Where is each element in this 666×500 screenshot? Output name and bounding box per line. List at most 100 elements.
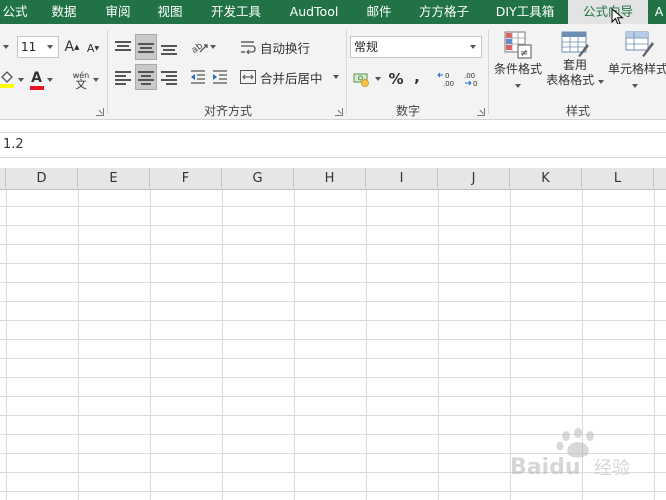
column-header-e[interactable]: E bbox=[78, 168, 150, 190]
align-top-icon bbox=[115, 40, 131, 54]
column-headers: D E F G H I J K L bbox=[0, 168, 666, 190]
grid-row-line bbox=[0, 491, 666, 492]
grid-row-line bbox=[0, 244, 666, 245]
number-group-label: 数字 bbox=[395, 104, 420, 118]
group-separator bbox=[488, 30, 489, 114]
format-as-table-button[interactable]: 套用 表格格式 bbox=[544, 30, 606, 102]
align-middle-button[interactable] bbox=[135, 34, 157, 60]
tab-audtool[interactable]: AudTool bbox=[280, 0, 348, 24]
tab-view[interactable]: 视图 bbox=[148, 0, 192, 24]
align-center-button[interactable] bbox=[135, 64, 157, 90]
svg-text:.00: .00 bbox=[464, 72, 475, 80]
number-format-combo[interactable]: 常规 bbox=[350, 36, 482, 58]
formula-bar-content[interactable]: 1.2 bbox=[3, 137, 24, 152]
wrap-text-label: 自动换行 bbox=[260, 40, 311, 56]
column-header-k[interactable]: K bbox=[510, 168, 582, 190]
grow-font-button[interactable]: A ▲ bbox=[62, 36, 82, 58]
currency-icon bbox=[353, 73, 369, 87]
decrease-indent-icon bbox=[191, 70, 205, 84]
baidu-jingyan-watermark: Baidu 经验 bbox=[510, 428, 630, 480]
tab-data[interactable]: 数据 bbox=[42, 0, 86, 24]
svg-text:0: 0 bbox=[473, 80, 477, 87]
paint-bucket-icon bbox=[0, 71, 14, 88]
column-header-l[interactable]: L bbox=[582, 168, 654, 190]
merge-center-button[interactable]: 合并后居中 bbox=[240, 66, 340, 88]
column-header-i[interactable]: I bbox=[366, 168, 438, 190]
column-header-h[interactable]: H bbox=[294, 168, 366, 190]
font-color-swatch bbox=[29, 85, 44, 90]
cell-styles-button[interactable]: 单元格样式 bbox=[606, 30, 666, 100]
ribbon-tab-bar: 公式 数据 审阅 视图 开发工具 AudTool 邮件 方方格子 DIY工具箱 … bbox=[0, 0, 666, 26]
orientation-button[interactable]: ab bbox=[188, 36, 218, 58]
cell-styles-label: 单元格样式 bbox=[608, 62, 666, 76]
merge-cells-icon bbox=[240, 70, 256, 84]
tab-fangfang-gezi[interactable]: 方方格子 bbox=[410, 0, 478, 24]
grid-row-line bbox=[0, 339, 666, 340]
decrease-decimal-button[interactable]: .00 0 bbox=[462, 68, 486, 90]
grid-row-line bbox=[0, 377, 666, 378]
align-bottom-icon bbox=[161, 40, 177, 55]
tab-review[interactable]: 审阅 bbox=[96, 0, 140, 24]
number-dialog-launcher[interactable] bbox=[477, 108, 485, 116]
fill-color-button[interactable] bbox=[0, 68, 24, 92]
font-name-dropdown-arrow[interactable] bbox=[0, 36, 12, 58]
decrease-decimal-icon: .00 0 bbox=[464, 72, 477, 87]
column-header-g[interactable]: G bbox=[222, 168, 294, 190]
conditional-formatting-button[interactable]: ≠ 条件格式 bbox=[490, 30, 546, 100]
align-bottom-button[interactable] bbox=[159, 36, 179, 58]
tab-formulas[interactable]: 公式 bbox=[0, 0, 30, 24]
svg-text:0: 0 bbox=[445, 72, 449, 80]
group-separator bbox=[346, 30, 347, 114]
watermark-text: 经验 bbox=[594, 458, 630, 479]
grid-row-line bbox=[0, 396, 666, 397]
conditional-formatting-label: 条件格式 bbox=[493, 62, 542, 76]
format-as-table-label-line1: 套用 bbox=[562, 58, 587, 72]
grid-row-line bbox=[0, 225, 666, 226]
align-right-button[interactable] bbox=[159, 66, 179, 88]
styles-group-label: 样式 bbox=[565, 104, 590, 118]
align-top-button[interactable] bbox=[113, 36, 133, 58]
group-separator bbox=[107, 30, 108, 114]
increase-indent-button[interactable] bbox=[210, 66, 230, 88]
align-left-button[interactable] bbox=[113, 66, 133, 88]
text-orientation-icon: ab bbox=[190, 41, 208, 55]
tab-mailings[interactable]: 邮件 bbox=[358, 0, 400, 24]
percent-style-button[interactable]: % bbox=[386, 68, 406, 90]
accounting-format-button[interactable] bbox=[351, 68, 383, 90]
shrink-font-button[interactable]: A ▼ bbox=[84, 38, 102, 58]
column-header-d[interactable]: D bbox=[6, 168, 78, 190]
wrap-text-button[interactable]: 自动换行 bbox=[240, 36, 314, 58]
merge-center-label: 合并后居中 bbox=[260, 70, 323, 86]
alignment-dialog-launcher[interactable] bbox=[335, 108, 343, 116]
font-color-button[interactable]: A bbox=[28, 68, 54, 92]
number-format-value: 常规 bbox=[354, 40, 379, 54]
alignment-group-label: 对齐方式 bbox=[203, 104, 252, 118]
font-dialog-launcher[interactable] bbox=[96, 108, 104, 116]
watermark-brand: Baidu bbox=[510, 455, 581, 480]
comma-style-button[interactable]: , bbox=[408, 66, 426, 88]
column-header-f[interactable]: F bbox=[150, 168, 222, 190]
grid-row-line bbox=[0, 358, 666, 359]
font-size-combo[interactable]: 11 bbox=[17, 36, 59, 58]
tab-overflow[interactable]: A bbox=[652, 0, 666, 24]
align-right-icon bbox=[161, 70, 177, 85]
phonetic-guide-button[interactable]: wén 文 bbox=[70, 68, 102, 92]
svg-text:ab: ab bbox=[190, 41, 205, 55]
grid-row-line bbox=[0, 206, 666, 207]
font-size-value: 11 bbox=[21, 40, 37, 54]
tab-developer[interactable]: 开发工具 bbox=[200, 0, 272, 24]
column-header-j[interactable]: J bbox=[438, 168, 510, 190]
align-left-icon bbox=[115, 70, 131, 85]
grid-row-line bbox=[0, 415, 666, 416]
align-center-icon bbox=[138, 70, 154, 85]
tab-formula-wizard[interactable]: 公式向导 bbox=[568, 0, 648, 24]
format-as-table-icon bbox=[561, 31, 589, 57]
formula-bar[interactable]: 1.2 bbox=[0, 132, 666, 158]
cell-styles-icon bbox=[625, 31, 654, 57]
grid-row-line bbox=[0, 320, 666, 321]
svg-text:.00: .00 bbox=[443, 80, 454, 87]
decrease-indent-button[interactable] bbox=[188, 66, 208, 88]
increase-decimal-icon: 0 .00 bbox=[437, 72, 454, 87]
increase-decimal-button[interactable]: 0 .00 bbox=[436, 68, 460, 90]
tab-diy-toolbox[interactable]: DIY工具箱 bbox=[488, 0, 562, 24]
